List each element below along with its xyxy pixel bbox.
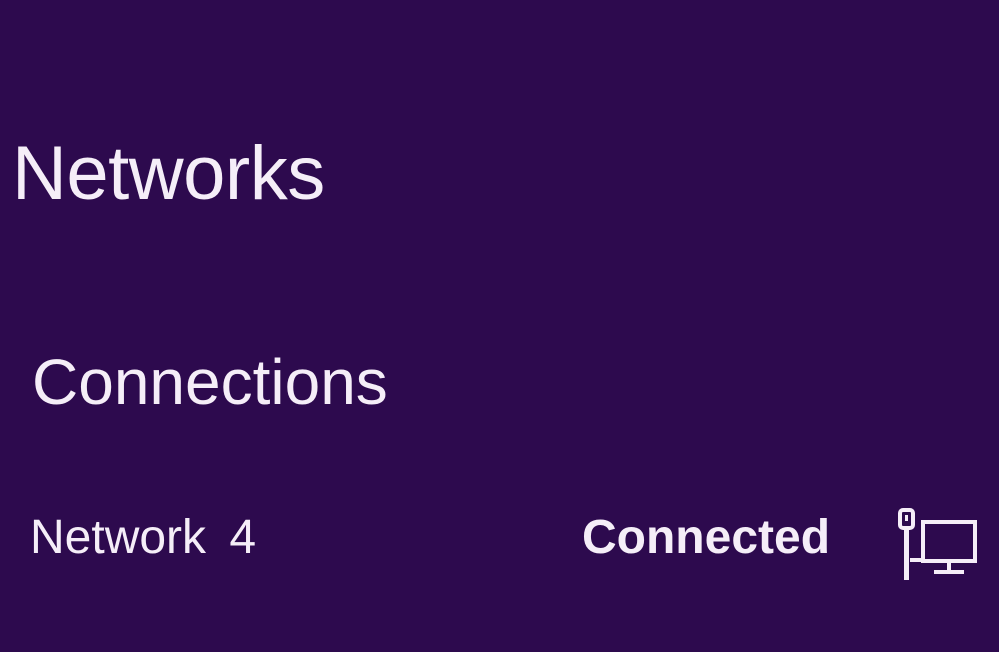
page-title: Networks	[12, 131, 325, 216]
wired-network-icon	[892, 502, 982, 588]
network-name: Network 4	[30, 511, 257, 564]
connection-status: Connected	[582, 511, 831, 564]
partial-next-list-item	[0, 640, 999, 652]
network-list-item[interactable]: Network 4 Connected	[0, 492, 999, 592]
connections-header: Connections	[32, 346, 388, 418]
networks-pane: Networks Connections Network 4 Connected	[0, 0, 999, 652]
